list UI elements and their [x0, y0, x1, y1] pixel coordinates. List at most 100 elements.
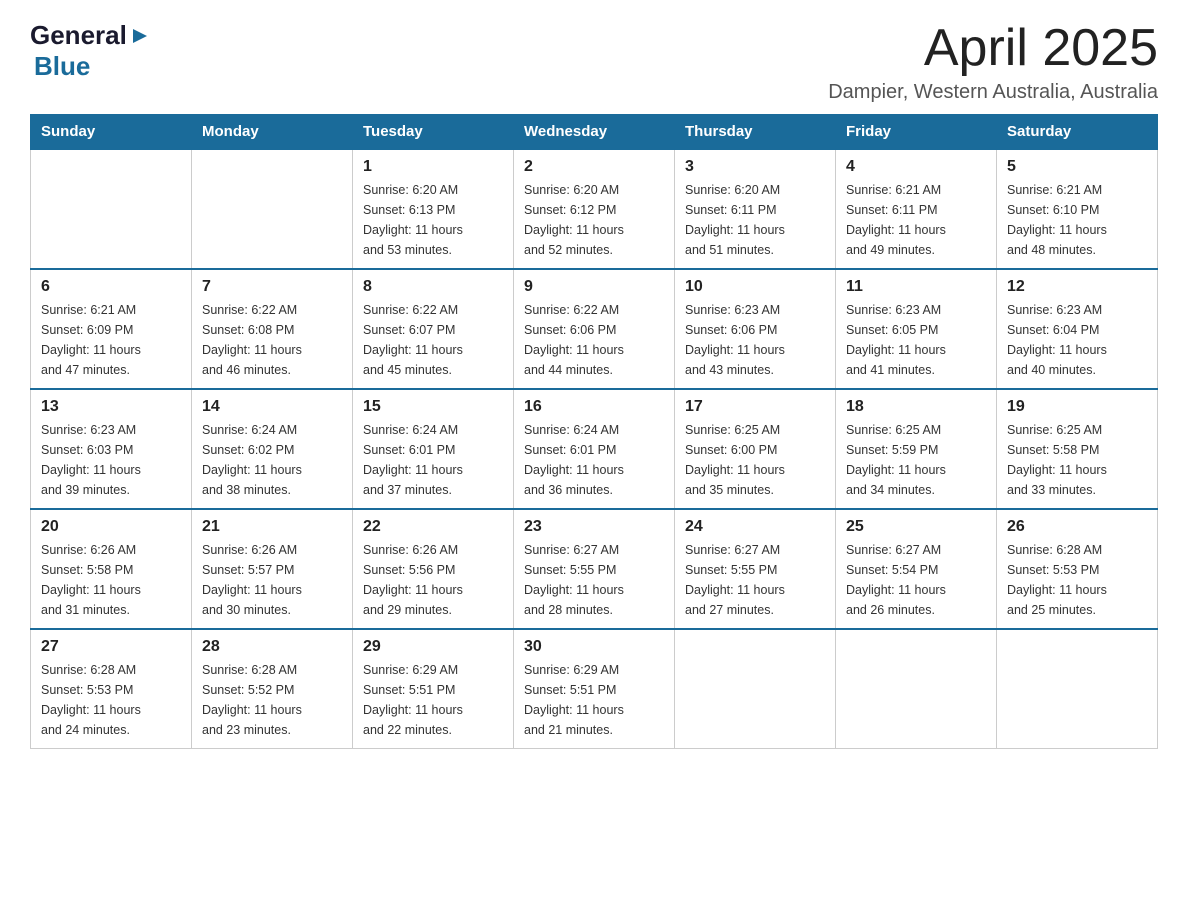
calendar-cell: 18 Sunrise: 6:25 AMSunset: 5:59 PMDayligh… [836, 389, 997, 509]
day-number: 3 [685, 158, 825, 176]
day-number: 10 [685, 278, 825, 296]
day-info: Sunrise: 6:23 AMSunset: 6:03 PMDaylight:… [41, 420, 181, 500]
calendar-cell [31, 149, 192, 269]
day-number: 21 [202, 518, 342, 536]
day-info: Sunrise: 6:21 AMSunset: 6:11 PMDaylight:… [846, 180, 986, 260]
calendar-cell: 16Sunrise: 6:24 AMSunset: 6:01 PMDayligh… [514, 389, 675, 509]
calendar-cell: 19Sunrise: 6:25 AMSunset: 5:58 PMDayligh… [997, 389, 1158, 509]
day-number: 15 [363, 398, 503, 416]
calendar-cell: 26Sunrise: 6:28 AMSunset: 5:53 PMDayligh… [997, 509, 1158, 629]
calendar-cell: 11Sunrise: 6:23 AMSunset: 6:05 PMDayligh… [836, 269, 997, 389]
day-number: 27 [41, 638, 181, 656]
day-number: 6 [41, 278, 181, 296]
page-subtitle: Dampier, Western Australia, Australia [828, 81, 1158, 104]
calendar-table: SundayMondayTuesdayWednesdayThursdayFrid… [30, 114, 1158, 749]
day-info: Sunrise: 6:22 AMSunset: 6:06 PMDaylight:… [524, 300, 664, 380]
calendar-cell: 5 Sunrise: 6:21 AMSunset: 6:10 PMDaylight… [997, 149, 1158, 269]
calendar-cell [997, 629, 1158, 749]
page-header: General Blue April 2025 Dampier, Western… [30, 20, 1158, 104]
day-info: Sunrise: 6:28 AMSunset: 5:53 PMDaylight:… [41, 660, 181, 740]
calendar-row-2: 13 Sunrise: 6:23 AMSunset: 6:03 PMDayligh… [31, 389, 1158, 509]
day-info: Sunrise: 6:21 AMSunset: 6:09 PMDaylight:… [41, 300, 181, 380]
day-info: Sunrise: 6:24 AMSunset: 6:01 PMDaylight:… [524, 420, 664, 500]
calendar-cell: 1 Sunrise: 6:20 AMSunset: 6:13 PMDaylight… [353, 149, 514, 269]
calendar-cell [675, 629, 836, 749]
day-info: Sunrise: 6:20 AMSunset: 6:11 PMDaylight:… [685, 180, 825, 260]
day-number: 18 [846, 398, 986, 416]
calendar-cell: 27 Sunrise: 6:28 AMSunset: 5:53 PMDayligh… [31, 629, 192, 749]
logo-blue-text: Blue [34, 51, 90, 81]
day-number: 28 [202, 638, 342, 656]
day-number: 9 [524, 278, 664, 296]
day-number: 1 [363, 158, 503, 176]
calendar-cell: 24 Sunrise: 6:27 AMSunset: 5:55 PMDayligh… [675, 509, 836, 629]
day-info: Sunrise: 6:25 AMSunset: 5:59 PMDaylight:… [846, 420, 986, 500]
calendar-cell: 29 Sunrise: 6:29 AMSunset: 5:51 PMDayligh… [353, 629, 514, 749]
day-info: Sunrise: 6:24 AMSunset: 6:01 PMDaylight:… [363, 420, 503, 500]
day-number: 23 [524, 518, 664, 536]
calendar-cell [836, 629, 997, 749]
day-number: 30 [524, 638, 664, 656]
calendar-col-monday: Monday [192, 115, 353, 150]
calendar-col-friday: Friday [836, 115, 997, 150]
day-number: 17 [685, 398, 825, 416]
calendar-col-sunday: Sunday [31, 115, 192, 150]
calendar-cell: 22 Sunrise: 6:26 AMSunset: 5:56 PMDayligh… [353, 509, 514, 629]
calendar-cell: 15 Sunrise: 6:24 AMSunset: 6:01 PMDayligh… [353, 389, 514, 509]
calendar-cell: 25 Sunrise: 6:27 AMSunset: 5:54 PMDayligh… [836, 509, 997, 629]
calendar-cell: 13 Sunrise: 6:23 AMSunset: 6:03 PMDayligh… [31, 389, 192, 509]
day-info: Sunrise: 6:27 AMSunset: 5:54 PMDaylight:… [846, 540, 986, 620]
day-info: Sunrise: 6:20 AMSunset: 6:12 PMDaylight:… [524, 180, 664, 260]
calendar-header-row: SundayMondayTuesdayWednesdayThursdayFrid… [31, 115, 1158, 150]
day-info: Sunrise: 6:21 AMSunset: 6:10 PMDaylight:… [1007, 180, 1147, 260]
day-info: Sunrise: 6:22 AMSunset: 6:08 PMDaylight:… [202, 300, 342, 380]
calendar-col-thursday: Thursday [675, 115, 836, 150]
calendar-cell: 10Sunrise: 6:23 AMSunset: 6:06 PMDayligh… [675, 269, 836, 389]
day-number: 11 [846, 278, 986, 296]
calendar-cell: 2 Sunrise: 6:20 AMSunset: 6:12 PMDaylight… [514, 149, 675, 269]
day-number: 26 [1007, 518, 1147, 536]
calendar-cell: 8 Sunrise: 6:22 AMSunset: 6:07 PMDaylight… [353, 269, 514, 389]
calendar-col-saturday: Saturday [997, 115, 1158, 150]
day-info: Sunrise: 6:26 AMSunset: 5:57 PMDaylight:… [202, 540, 342, 620]
day-info: Sunrise: 6:28 AMSunset: 5:52 PMDaylight:… [202, 660, 342, 740]
day-number: 25 [846, 518, 986, 536]
page-title: April 2025 [828, 20, 1158, 77]
day-info: Sunrise: 6:23 AMSunset: 6:04 PMDaylight:… [1007, 300, 1147, 380]
calendar-cell: 28 Sunrise: 6:28 AMSunset: 5:52 PMDayligh… [192, 629, 353, 749]
calendar-cell: 6 Sunrise: 6:21 AMSunset: 6:09 PMDaylight… [31, 269, 192, 389]
day-number: 4 [846, 158, 986, 176]
calendar-cell: 12 Sunrise: 6:23 AMSunset: 6:04 PMDayligh… [997, 269, 1158, 389]
day-info: Sunrise: 6:25 AMSunset: 6:00 PMDaylight:… [685, 420, 825, 500]
calendar-row-0: 1 Sunrise: 6:20 AMSunset: 6:13 PMDaylight… [31, 149, 1158, 269]
day-info: Sunrise: 6:20 AMSunset: 6:13 PMDaylight:… [363, 180, 503, 260]
day-number: 7 [202, 278, 342, 296]
day-number: 12 [1007, 278, 1147, 296]
day-number: 22 [363, 518, 503, 536]
day-number: 29 [363, 638, 503, 656]
day-info: Sunrise: 6:29 AMSunset: 5:51 PMDaylight:… [363, 660, 503, 740]
logo-general-text: General [30, 20, 127, 51]
calendar-cell: 9 Sunrise: 6:22 AMSunset: 6:06 PMDaylight… [514, 269, 675, 389]
logo: General Blue [30, 20, 151, 82]
day-info: Sunrise: 6:27 AMSunset: 5:55 PMDaylight:… [685, 540, 825, 620]
day-number: 14 [202, 398, 342, 416]
day-number: 13 [41, 398, 181, 416]
day-info: Sunrise: 6:26 AMSunset: 5:56 PMDaylight:… [363, 540, 503, 620]
calendar-cell: 3 Sunrise: 6:20 AMSunset: 6:11 PMDaylight… [675, 149, 836, 269]
calendar-cell: 21 Sunrise: 6:26 AMSunset: 5:57 PMDayligh… [192, 509, 353, 629]
calendar-cell [192, 149, 353, 269]
day-number: 2 [524, 158, 664, 176]
calendar-header: SundayMondayTuesdayWednesdayThursdayFrid… [31, 115, 1158, 150]
calendar-cell: 7 Sunrise: 6:22 AMSunset: 6:08 PMDaylight… [192, 269, 353, 389]
day-info: Sunrise: 6:29 AMSunset: 5:51 PMDaylight:… [524, 660, 664, 740]
calendar-row-1: 6 Sunrise: 6:21 AMSunset: 6:09 PMDaylight… [31, 269, 1158, 389]
calendar-cell: 20Sunrise: 6:26 AMSunset: 5:58 PMDayligh… [31, 509, 192, 629]
day-info: Sunrise: 6:22 AMSunset: 6:07 PMDaylight:… [363, 300, 503, 380]
title-block: April 2025 Dampier, Western Australia, A… [828, 20, 1158, 104]
day-number: 24 [685, 518, 825, 536]
calendar-cell: 17 Sunrise: 6:25 AMSunset: 6:00 PMDayligh… [675, 389, 836, 509]
day-number: 5 [1007, 158, 1147, 176]
day-number: 8 [363, 278, 503, 296]
logo-arrow-icon [129, 25, 151, 47]
